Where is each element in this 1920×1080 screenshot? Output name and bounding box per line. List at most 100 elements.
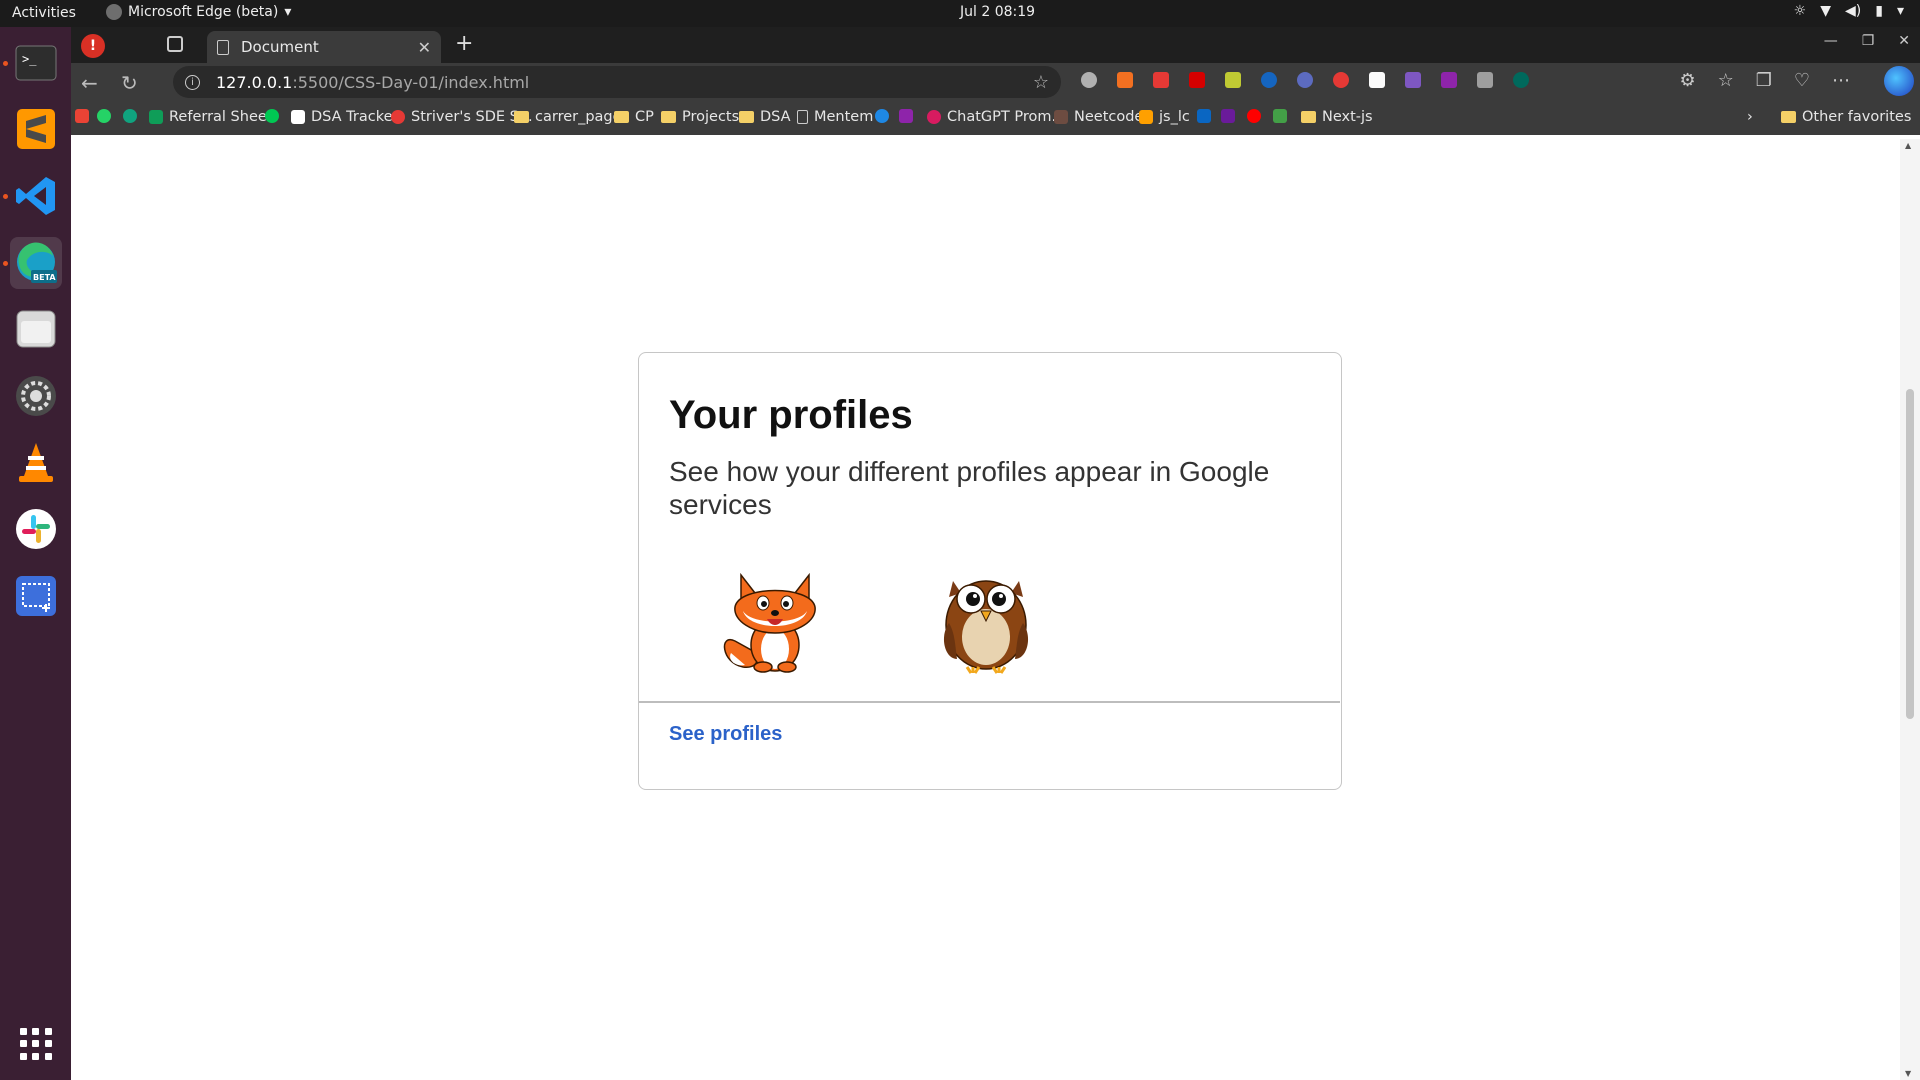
volume-icon: ◀) (1845, 3, 1862, 19)
bookmark-js-lc[interactable]: js_lc (1139, 109, 1190, 125)
url-text[interactable]: 127.0.0.1:5500/CSS-Day-01/index.html (216, 73, 1033, 92)
extension-icon[interactable] (1225, 72, 1241, 88)
bookmark-label: ChatGPT Prom... (947, 109, 1066, 125)
chatgpt-bookmark[interactable] (123, 109, 137, 123)
chevron-down-icon: ▾ (284, 4, 292, 20)
running-indicator (3, 61, 8, 66)
bookmark-label: carrer_page (535, 109, 622, 125)
bookmark-icon-only[interactable] (265, 109, 279, 123)
favorite-star-icon[interactable]: ☆ (1033, 72, 1049, 93)
sublime-launcher[interactable] (10, 103, 62, 155)
system-tray[interactable]: ☼ ▼ ◀) ▮ ▾ (1794, 3, 1904, 19)
bookmark-folder-dsa[interactable]: DSA (739, 109, 791, 125)
extension-icon[interactable] (1369, 72, 1385, 88)
card-title: Your profiles (669, 393, 913, 437)
new-tab-button[interactable]: + (455, 31, 473, 56)
bookmark-icon-only[interactable] (75, 109, 89, 123)
settings-launcher[interactable] (10, 370, 62, 422)
app-menu-label: Microsoft Edge (beta) (128, 4, 279, 20)
tab-actions-icon[interactable] (167, 36, 183, 52)
extension-icon[interactable] (1297, 72, 1313, 88)
youtube-bookmark[interactable] (1247, 109, 1261, 123)
extension-icon[interactable] (1117, 72, 1133, 88)
extensions-icon[interactable]: ⚙ (1679, 70, 1695, 91)
slack-launcher[interactable] (10, 503, 62, 555)
restore-icon[interactable]: ❐ (1862, 33, 1875, 49)
extension-icon[interactable] (1477, 72, 1493, 88)
bookmark-chatgpt-prompts[interactable]: ChatGPT Prom... (927, 109, 1065, 125)
minimize-icon[interactable]: — (1824, 33, 1838, 49)
fox-avatar (723, 572, 816, 673)
scroll-down-arrow-icon[interactable]: ▼ (1905, 1069, 1911, 1078)
extension-icon[interactable] (1081, 72, 1097, 88)
scrollbar-thumb[interactable] (1906, 389, 1914, 719)
more-menu-icon[interactable]: ⋯ (1832, 70, 1850, 91)
extension-icon[interactable] (1405, 72, 1421, 88)
bookmarks-bar: Referral Sheet DSA Tracker Striver's SDE… (71, 101, 1920, 135)
edge-beta-launcher[interactable]: BETA (10, 237, 62, 289)
favorites-icon[interactable]: ☆ (1718, 70, 1734, 91)
close-window-icon[interactable]: ✕ (1898, 33, 1910, 49)
extensions-strip (1081, 72, 1529, 88)
app-menu[interactable]: Microsoft Edge (beta) ▾ (106, 4, 291, 20)
tab-document[interactable]: Document ✕ (207, 31, 441, 63)
files-launcher[interactable] (10, 303, 62, 355)
files-icon (16, 310, 56, 348)
site-info-icon[interactable]: i (185, 74, 200, 90)
battery-icon: ▮ (1875, 3, 1883, 19)
extension-icon[interactable] (1189, 72, 1205, 88)
vlc-launcher[interactable] (10, 436, 62, 488)
refresh-icon[interactable]: ↻ (121, 71, 138, 95)
extension-icon[interactable] (1441, 72, 1457, 88)
bookmark-folder-cp[interactable]: CP (614, 109, 654, 125)
linkedin-bookmark[interactable] (1197, 109, 1211, 123)
edge-beta-badge: BETA (33, 273, 56, 282)
extension-icon[interactable] (1261, 72, 1277, 88)
bookmarks-overflow-chevron-icon[interactable]: › (1747, 109, 1753, 125)
activities-button[interactable]: Activities (12, 5, 76, 21)
terminal-launcher[interactable]: >_ (10, 37, 62, 89)
bookmark-icon-only[interactable] (899, 109, 913, 123)
bookmark-strivers-sde[interactable]: Striver's SDE S... (391, 109, 533, 125)
close-icon[interactable]: ✕ (418, 38, 431, 57)
back-arrow-icon[interactable]: ← (81, 71, 98, 95)
profile-icon[interactable]: ! (81, 34, 105, 58)
bookmark-mentem[interactable]: Mentem (797, 109, 873, 125)
page-icon (217, 39, 229, 55)
bookmark-icon-only[interactable] (875, 109, 889, 123)
see-profiles-link[interactable]: See profiles (669, 723, 782, 746)
bookmark-folder-other-favorites[interactable]: Other favorites (1781, 109, 1911, 125)
scroll-up-arrow-icon[interactable]: ▲ (1905, 141, 1911, 150)
bookmark-icon-only[interactable] (1273, 109, 1287, 123)
extension-icon[interactable] (1153, 72, 1169, 88)
clock[interactable]: Jul 2 08:19 (960, 4, 1035, 20)
page-icon (797, 110, 808, 124)
folder-icon (1301, 111, 1316, 123)
bookmark-neetcode[interactable]: Neetcode (1054, 109, 1143, 125)
bookmark-folder-projects[interactable]: Projects (661, 109, 739, 125)
terminal-icon: >_ (15, 45, 57, 81)
collections-icon[interactable]: ❐ (1756, 70, 1772, 91)
bookmark-folder-next-js[interactable]: Next-js (1301, 109, 1373, 125)
bookmark-referral-sheet[interactable]: Referral Sheet (149, 109, 272, 125)
bookmark-folder-carrer-page[interactable]: carrer_page (514, 109, 622, 125)
extension-icon[interactable] (1333, 72, 1349, 88)
power-menu-icon: ▾ (1896, 3, 1904, 19)
dock: >_ BETA (0, 27, 71, 1080)
window-controls: — ❐ ✕ (1824, 33, 1910, 49)
screenshot-icon (16, 576, 56, 616)
whatsapp-bookmark[interactable] (97, 109, 111, 123)
address-bar[interactable]: i 127.0.0.1:5500/CSS-Day-01/index.html ☆ (173, 66, 1061, 98)
page-scrollbar[interactable]: ▲ ▼ (1900, 139, 1920, 1080)
slack-icon (16, 509, 56, 549)
extension-icon[interactable] (1513, 72, 1529, 88)
tab-title: Document (241, 38, 319, 56)
card-divider (639, 701, 1340, 703)
vscode-launcher[interactable] (10, 170, 62, 222)
bookmark-icon-only[interactable] (1221, 109, 1235, 123)
copilot-icon[interactable] (1884, 66, 1914, 96)
performance-icon[interactable]: ♡ (1794, 70, 1810, 91)
screenshot-launcher[interactable] (10, 570, 62, 622)
app-grid-icon[interactable] (20, 1028, 52, 1060)
bookmark-dsa-tracker[interactable]: DSA Tracker (291, 109, 398, 125)
